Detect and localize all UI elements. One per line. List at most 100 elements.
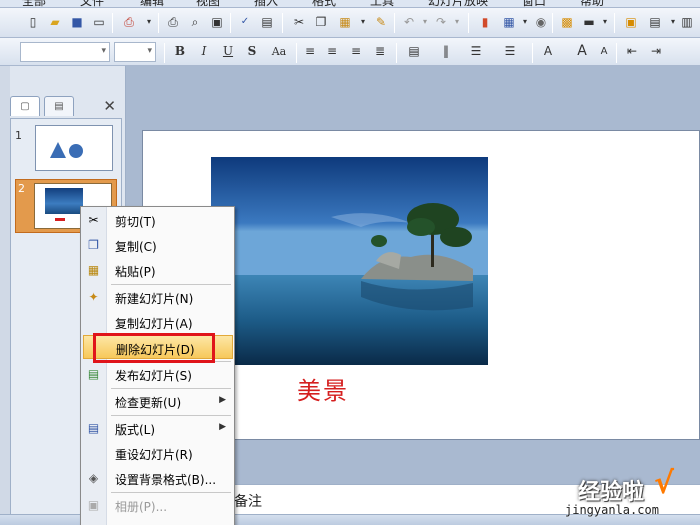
menu-item-format-background[interactable]: ◈ 设置背景格式(B)... [81, 466, 234, 490]
toolbar-separator [164, 43, 165, 63]
align-right-icon[interactable]: ≡ [346, 41, 366, 61]
open-folder-icon[interactable]: ▰ [46, 13, 64, 31]
annotation-highlight-box [93, 333, 215, 363]
insert-object-icon[interactable]: ◉ [532, 13, 550, 31]
italic-icon[interactable]: I [194, 41, 214, 61]
font-name-dropdown[interactable]: ▾ [20, 42, 110, 62]
print-icon[interactable]: ⎙ [164, 13, 182, 31]
toolbar-separator [532, 43, 533, 63]
new-slide-icon: ✦ [88, 290, 99, 304]
paste-icon: ▦ [87, 263, 100, 277]
menu-item-layout[interactable]: ▤ 版式(L) ▶ [81, 416, 234, 440]
grow-font-icon[interactable]: A [572, 41, 592, 61]
cut-icon[interactable]: ✂ [290, 13, 308, 31]
pane-edge [0, 66, 10, 525]
font-size-dropdown[interactable]: ▾ [114, 42, 156, 62]
text-direction-icon[interactable]: ▤ [404, 41, 424, 61]
increase-indent-icon[interactable]: ⇥ [646, 41, 666, 61]
slide-thumbnail-1[interactable] [35, 125, 113, 171]
slide-caption[interactable]: 美景 [297, 371, 349, 406]
format-background-icon: ◈ [88, 471, 99, 485]
shapes-preview [50, 142, 83, 158]
align-left-icon[interactable]: ≡ [300, 41, 320, 61]
underline-icon[interactable]: U [218, 41, 238, 61]
decrease-indent-icon[interactable]: ⇤ [622, 41, 642, 61]
toolbar-separator [112, 13, 113, 33]
pane-tabs: ▢ ▤ ✕ [10, 96, 122, 118]
menu-item-duplicate-slide[interactable]: 复制幻灯片(A) [81, 310, 234, 334]
photo-album-icon: ▣ [87, 498, 100, 512]
menu-item-copy[interactable]: ❐ 复制(C) [81, 233, 234, 257]
new-document-icon[interactable]: ▯ [24, 13, 42, 31]
change-case-icon[interactable]: Aa [266, 41, 292, 61]
menu-item-new-slide[interactable]: ✦ 新建幻灯片(N) [81, 285, 234, 309]
menu-item-cut[interactable]: ✂ 剪切(T) [81, 208, 234, 232]
menu-item-label: 复制(C) [115, 240, 157, 254]
scissors-icon: ✂ [88, 213, 99, 227]
slide-layout-icon[interactable]: ▥ [678, 13, 696, 31]
formatting-toolbar: ▾ ▾ B I U S Aa ≡ ≡ ≡ ≣ ▤ ‖ ☰ ☰ A A A ⇤ ⇥ [0, 38, 700, 66]
menu-item-label: 剪切(T) [115, 215, 156, 229]
toolbar-separator [296, 43, 297, 63]
toolbar-separator [616, 43, 617, 63]
bullets-icon[interactable]: ☰ [500, 41, 520, 61]
paste-icon[interactable]: ▦ [336, 13, 354, 31]
shadow-icon[interactable]: S [242, 41, 262, 61]
toolbar-separator [468, 13, 469, 33]
submenu-arrow-icon: ▶ [219, 422, 226, 432]
thumbnail-caption [55, 218, 65, 221]
bold-icon[interactable]: B [170, 41, 190, 61]
copy-icon[interactable]: ❐ [312, 13, 330, 31]
dropdown-arrow-icon[interactable]: ▾ [448, 13, 466, 31]
toolbar-separator [614, 13, 615, 33]
menu-item-check-updates[interactable]: 检查更新(U) ▶ [81, 389, 234, 413]
layout-icon: ▤ [87, 421, 100, 435]
menu-item-label: 复制幻灯片(A) [115, 317, 193, 331]
landscape-photo[interactable] [211, 157, 488, 365]
menu-item-label: 版式(L) [115, 423, 156, 437]
tab-slides[interactable]: ▢ [10, 96, 40, 116]
insert-chart-icon[interactable]: ▮ [476, 13, 494, 31]
menu-item-label: 重设幻灯片(R) [115, 448, 193, 462]
context-menu: ✂ 剪切(T) ❐ 复制(C) ▦ 粘贴(P) ✦ 新建幻灯片(N) 复制幻灯片… [80, 206, 235, 525]
dropdown-arrow-icon[interactable]: ▾ [354, 13, 372, 31]
watermark-check-icon: √ [654, 466, 675, 501]
shrink-font-icon[interactable]: A [594, 41, 614, 61]
watermark-text: 经验啦 [578, 480, 645, 505]
menu-item-label: 发布幻灯片(S) [115, 369, 192, 383]
toolbar-separator [282, 13, 283, 33]
menu-item-label: 粘贴(P) [115, 265, 156, 279]
format-painter-icon[interactable]: ✎ [372, 13, 390, 31]
toolbar-separator [230, 13, 231, 33]
numbering-icon[interactable]: ☰ [466, 41, 486, 61]
landscape-image [211, 157, 488, 365]
tab-outline[interactable]: ▤ [44, 96, 74, 116]
font-color-icon[interactable]: A [538, 41, 558, 61]
line-spacing-icon[interactable]: ‖ [436, 41, 456, 61]
slide-number: 1 [15, 129, 22, 142]
new-slide-toolbar-icon[interactable]: ▣ [622, 13, 640, 31]
toolbar-separator [158, 13, 159, 33]
menu-item-paste[interactable]: ▦ 粘贴(P) [81, 258, 234, 282]
menu-item-reset-slide[interactable]: 重设幻灯片(R) [81, 441, 234, 465]
justify-icon[interactable]: ≣ [370, 41, 390, 61]
close-icon[interactable]: ✕ [103, 97, 116, 115]
translate-icon[interactable]: ▤ [258, 13, 276, 31]
chevron-down-icon: ▾ [101, 46, 106, 56]
dropdown-arrow-icon[interactable]: ▾ [596, 13, 614, 31]
slide-number: 2 [18, 182, 25, 195]
menu-item-publish-slides[interactable]: ▤ 发布幻灯片(S) [81, 362, 234, 386]
dropdown-arrow-icon[interactable]: ▾ [140, 13, 158, 31]
standard-toolbar: ▯ ▰ ■ ▭ ⎙ ▾ ⎙ ⌕ ▣ ✓ ▤ ✂ ❐ ▦ ▾ ✎ ↶ ▾ ↷ ▾ … [0, 8, 700, 38]
slide-design-icon[interactable]: ▤ [646, 13, 664, 31]
permission-icon[interactable]: ▭ [90, 13, 108, 31]
align-center-icon[interactable]: ≡ [322, 41, 342, 61]
spelling-icon[interactable]: ✓ [236, 13, 254, 31]
export-pdf-icon[interactable]: ⎙ [120, 13, 138, 31]
thumbnail-photo [45, 188, 83, 214]
print-preview-icon[interactable]: ⌕ [186, 13, 204, 31]
save-icon[interactable]: ■ [68, 13, 86, 31]
menu-item-photo-album[interactable]: ▣ 相册(P)... [81, 493, 234, 517]
fill-color-icon[interactable]: ▩ [558, 13, 576, 31]
research-icon[interactable]: ▣ [208, 13, 226, 31]
